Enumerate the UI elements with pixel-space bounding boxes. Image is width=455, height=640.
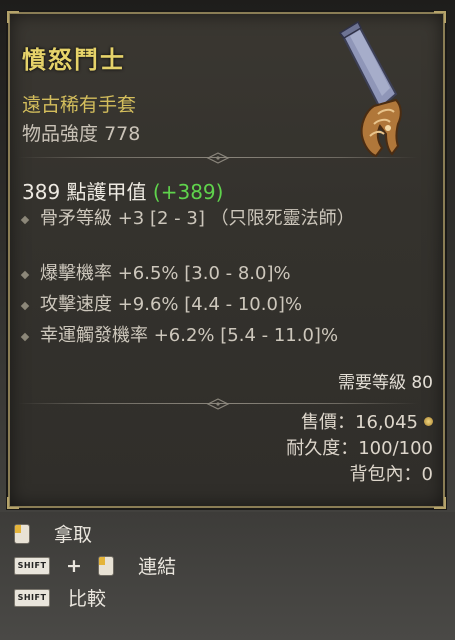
item-rarity-type: 遠古稀有手套	[22, 94, 137, 116]
sell-price: 售價：16,045	[286, 410, 433, 436]
affix-bullet-icon	[20, 301, 30, 311]
link-label: 連結	[138, 556, 177, 578]
affix-line: 骨矛等級 +3 [2 - 3] （只限死靈法師）	[20, 207, 412, 257]
armor-label: 點護甲值	[66, 180, 147, 204]
item-power-label: 物品強度	[22, 123, 99, 145]
affix-line: 幸運觸發機率 +6.2% [5.4 - 11.0]%	[20, 324, 412, 350]
stash-count: 背包內：0	[286, 462, 433, 488]
item-meta: 售價：16,045 耐久度：100/100 背包內：0	[286, 410, 433, 488]
mouse-left-click-icon	[14, 523, 30, 544]
pickup-action[interactable]: 拿取	[14, 520, 92, 548]
pickup-label: 拿取	[54, 524, 93, 546]
stash-count-label: 背包內：	[349, 464, 422, 485]
durability-value: 100/100	[358, 438, 433, 459]
frame-corner	[7, 11, 19, 23]
section-divider	[18, 398, 418, 410]
controls-panel: 拿取 SHIFT + 連結 SHIFT 比較	[0, 512, 455, 640]
mouse-left-click-icon	[98, 555, 115, 576]
required-level: 需要等級 80	[337, 373, 433, 393]
gloves-icon	[338, 20, 402, 158]
frame-corner	[434, 497, 446, 509]
shift-key-icon: SHIFT	[14, 588, 50, 607]
affix-text: 幸運觸發機率 +6.2% [5.4 - 11.0]%	[40, 325, 339, 346]
armor-stat: 389 點護甲值 (+389)	[22, 176, 223, 205]
frame-corner	[7, 497, 19, 509]
affix-text: 骨矛等級 +3 [2 - 3] （只限死靈法師）	[40, 208, 355, 229]
shift-key-icon: SHIFT	[14, 556, 50, 575]
affix-line: 攻擊速度 +9.6% [4.4 - 10.0]%	[20, 293, 412, 319]
affix-bullet-icon	[20, 215, 30, 225]
compare-label: 比較	[68, 588, 107, 610]
item-power-value: 778	[104, 123, 141, 145]
affix-bullet-icon	[20, 270, 30, 280]
affix-bullet-icon	[20, 332, 30, 342]
link-action[interactable]: SHIFT + 連結	[14, 552, 176, 580]
gold-coin-icon	[424, 417, 433, 426]
durability-label: 耐久度：	[286, 438, 359, 459]
compare-action[interactable]: SHIFT 比較	[14, 584, 106, 612]
plus-sign: +	[66, 554, 82, 577]
armor-bonus: (+389)	[152, 180, 224, 204]
item-power: 物品強度 778	[22, 119, 140, 146]
frame-corner	[434, 11, 446, 23]
item-name: 憤怒鬥士	[22, 46, 126, 74]
affix-line: 爆擊機率 +6.5% [3.0 - 8.0]%	[20, 262, 412, 288]
sell-price-label: 售價：	[301, 412, 356, 433]
section-divider	[18, 152, 418, 164]
affix-text: 攻擊速度 +9.6% [4.4 - 10.0]%	[40, 294, 303, 315]
durability: 耐久度：100/100	[286, 436, 433, 462]
armor-value: 389	[22, 180, 61, 204]
affix-text: 爆擊機率 +6.5% [3.0 - 8.0]%	[40, 263, 291, 284]
sell-price-value: 16,045	[355, 412, 418, 433]
stash-count-value: 0	[421, 464, 433, 485]
